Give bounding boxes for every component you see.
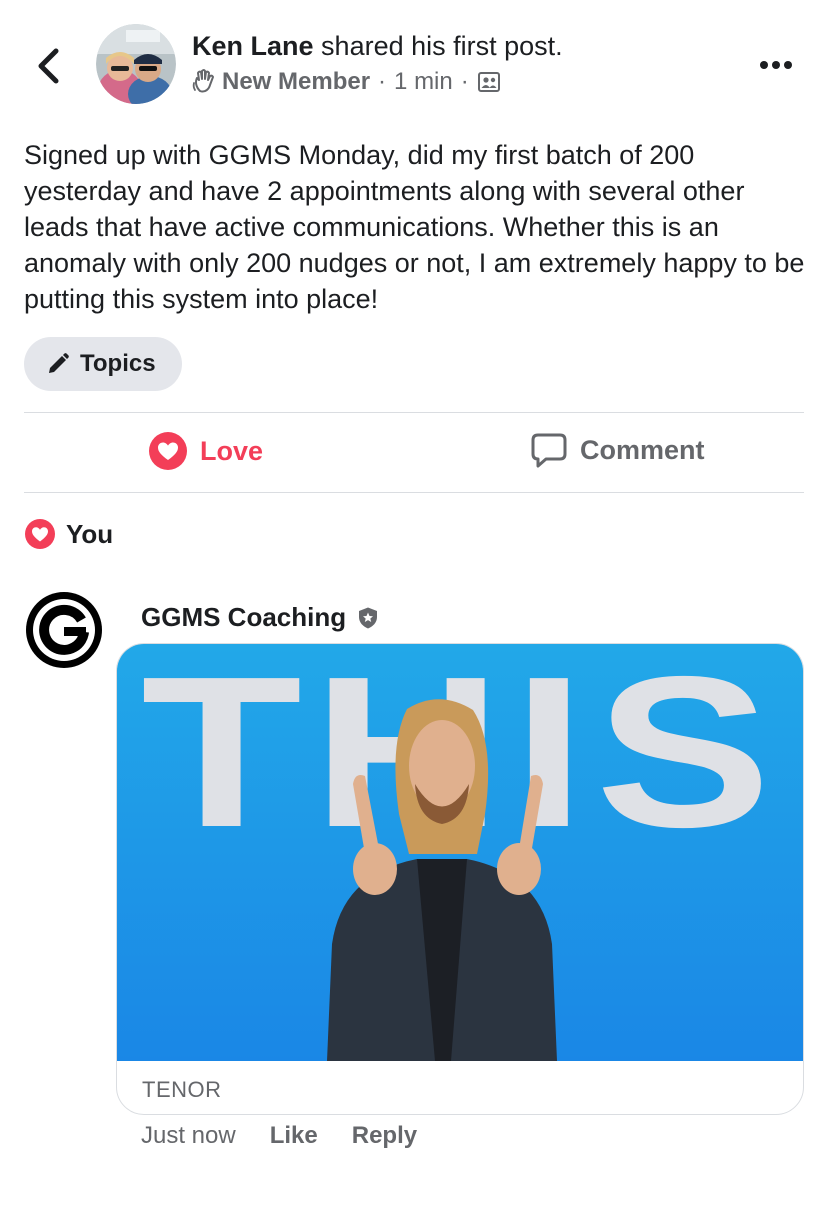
admin-shield-icon [359, 607, 378, 628]
more-options-button[interactable] [754, 50, 798, 80]
separator-dot: · [378, 68, 387, 95]
post-text: Signed up with GGMS Monday, did my first… [24, 140, 805, 314]
reactor-names: You [66, 518, 114, 549]
pencil-icon [49, 353, 69, 373]
commenter-name-row: GGMS Coaching [141, 602, 380, 633]
comment-like-button[interactable]: Like [270, 1122, 318, 1150]
ggms-logo-icon [26, 592, 102, 668]
divider [24, 492, 804, 493]
comment-label: Comment [580, 434, 705, 465]
love-reaction-icon [149, 432, 187, 470]
back-button[interactable] [28, 40, 68, 92]
comment-actions: Just now Like Reply [141, 1122, 417, 1150]
comment-bubble-icon [531, 433, 567, 468]
author-photo [96, 24, 176, 104]
comment-time: Just now [141, 1122, 236, 1149]
action-bar: Love Comment [24, 413, 804, 492]
love-label: Love [200, 435, 264, 466]
commenter-name[interactable]: GGMS Coaching [141, 602, 346, 633]
author-avatar[interactable] [96, 24, 176, 104]
group-audience-icon [477, 72, 500, 92]
love-reaction-icon [25, 519, 55, 549]
separator-dot: · [460, 68, 469, 95]
topics-button[interactable]: Topics [24, 337, 182, 391]
gif-source-label: TENOR [142, 1077, 222, 1102]
more-dot [784, 61, 792, 69]
chevron-left-icon [38, 48, 59, 84]
comment-reply-button[interactable]: Reply [352, 1122, 417, 1150]
more-dot [772, 61, 780, 69]
love-button[interactable]: Love [148, 431, 263, 471]
comment-button[interactable]: Comment [530, 431, 705, 469]
topics-label: Topics [80, 350, 156, 377]
author-line: Ken Lane shared his first post. [192, 30, 563, 62]
post-meta: New Member · 1 min · [192, 68, 501, 96]
member-badge: New Member [222, 68, 371, 95]
author-action: shared his first post. [321, 31, 563, 61]
post-header: Ken Lane shared his first post. New Memb… [0, 0, 828, 120]
waving-hand-icon [192, 69, 214, 93]
reaction-summary[interactable]: You [24, 518, 113, 550]
gif-image[interactable]: THIS [117, 644, 804, 1061]
more-dots-icon [760, 61, 768, 69]
gif-attachment[interactable]: THIS TENOR [116, 643, 804, 1115]
author-name[interactable]: Ken Lane [192, 31, 314, 61]
post-time[interactable]: 1 min [394, 68, 453, 96]
commenter-avatar[interactable] [24, 590, 104, 670]
